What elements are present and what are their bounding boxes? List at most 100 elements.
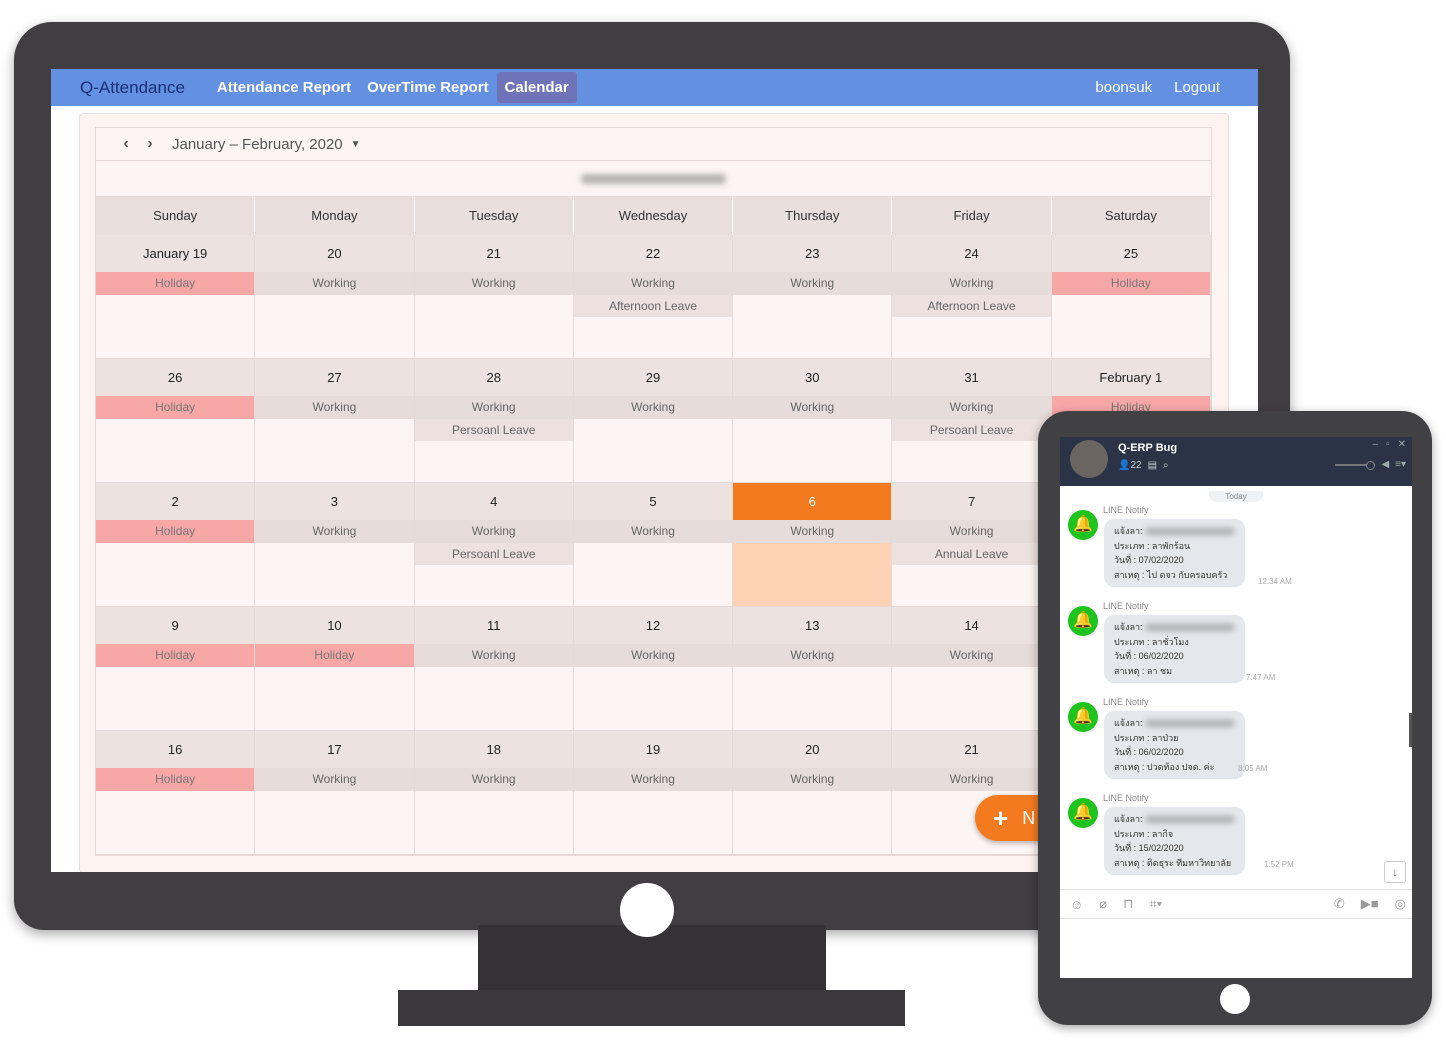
volume-slider[interactable]	[1335, 460, 1376, 470]
speaker-icon[interactable]: ◀	[1381, 459, 1389, 470]
calendar-day[interactable]: 2 Holiday	[96, 483, 256, 607]
minimize-icon[interactable]: –	[1373, 439, 1379, 450]
video-icon[interactable]: ▶■	[1361, 896, 1379, 912]
calendar-day[interactable]: 5 Working	[573, 483, 734, 607]
calendar-day[interactable]: 25 Holiday	[1051, 235, 1211, 359]
calendar-day[interactable]: 12 Working	[573, 607, 734, 731]
members-icon[interactable]: 👤22	[1118, 460, 1142, 471]
nav-attendance-report[interactable]: Attendance Report	[209, 72, 359, 103]
menu-icon[interactable]: ≡▾	[1395, 459, 1406, 470]
search-icon[interactable]: ⌕	[1163, 460, 1169, 471]
calendar-day[interactable]: 23 Working	[733, 235, 893, 359]
calendar-day[interactable]: 31 Working Persoanl Leave	[892, 359, 1052, 483]
logout-link[interactable]: Logout	[1174, 79, 1220, 96]
sender-name: LINE Notify	[1103, 505, 1149, 515]
calendar-day[interactable]: 30 Working	[733, 359, 893, 483]
calendar-day[interactable]: 7 Working Annual Leave	[892, 483, 1052, 607]
calendar-day[interactable]: 20 Working	[255, 235, 415, 359]
calendar-day[interactable]: 10 Holiday	[255, 607, 415, 731]
day-number: January 19	[96, 235, 255, 272]
leave-entry[interactable]: Afternoon Leave	[573, 295, 733, 317]
calendar-day-today[interactable]: 6 Working	[733, 483, 893, 607]
nav-calendar[interactable]: Calendar	[496, 72, 577, 103]
caret-down-icon[interactable]: ▼	[351, 139, 361, 150]
leave-entry[interactable]: Persoanl Leave	[414, 543, 573, 565]
calendar-day[interactable]: 3 Working	[255, 483, 415, 607]
calendar-day[interactable]: January 19 Holiday	[96, 235, 256, 359]
message-bubble[interactable]: แจ้งลา: ประเภท : ลาชั่วโมง วันที่ : 06/02…	[1104, 615, 1246, 683]
calendar-day[interactable]: 14 Working	[892, 607, 1052, 731]
leave-entry[interactable]: Persoanl Leave	[892, 419, 1051, 441]
nav-overtime-report[interactable]: OverTime Report	[359, 72, 496, 103]
brand[interactable]: Q-Attendance	[80, 78, 185, 98]
calendar-day[interactable]: 22 Working Afternoon Leave	[573, 235, 734, 359]
day-status: Holiday	[96, 520, 255, 543]
calendar-day[interactable]: 29 Working	[573, 359, 734, 483]
message-bubble[interactable]: แจ้งลา: ประเภท : ลาป่วย วันที่ : 06/02/20…	[1104, 711, 1246, 779]
weekday-header: Sunday Monday Tuesday Wednesday Thursday Frid…	[96, 197, 1211, 235]
calendar-day[interactable]: 24 Working Afternoon Leave	[892, 235, 1052, 359]
calendar-day[interactable]: 13 Working	[733, 607, 893, 731]
day-number: 9	[96, 607, 255, 644]
group-name: Q-ERP Bug	[1118, 442, 1178, 454]
employee-name-blurred	[96, 161, 1211, 197]
day-status: Working	[892, 768, 1051, 791]
message-list: 🔔 LINE Notify แจ้งลา: ประเภท : ลาพักร้อน วั…	[1060, 504, 1412, 888]
day-number: 4	[414, 483, 573, 520]
calendar-toolbar: ‹ › January – February, 2020 ▼	[96, 128, 1211, 161]
message-bubble[interactable]: แจ้งลา: ประเภท : ลากิจ วันที่ : 15/02/202…	[1104, 807, 1246, 875]
message-bubble[interactable]: แจ้งลา: ประเภท : ลาพักร้อน วันที่ : 07/02…	[1104, 519, 1246, 587]
day-status: Holiday	[255, 644, 414, 667]
calendar-day[interactable]: 27 Working	[255, 359, 415, 483]
calendar-day[interactable]: 20 Working	[733, 731, 893, 855]
navbar: Q-Attendance Attendance Report OverTime …	[51, 69, 1258, 106]
next-icon[interactable]: ›	[138, 135, 162, 153]
scroll-down-icon[interactable]: ↓	[1384, 861, 1406, 883]
day-status: Working	[414, 520, 573, 543]
call-icon[interactable]: ✆	[1334, 896, 1345, 912]
name-blurred	[1145, 528, 1236, 536]
scrollbar[interactable]	[1409, 713, 1412, 747]
notes-icon[interactable]: ▤	[1148, 460, 1157, 471]
prev-icon[interactable]: ‹	[114, 135, 138, 153]
bell-icon: 🔔	[1068, 510, 1098, 540]
calendar-day[interactable]: 17 Working	[255, 731, 415, 855]
leave-entry[interactable]: Annual Leave	[892, 543, 1051, 565]
day-status: Working	[573, 272, 733, 295]
day-number: 16	[96, 731, 255, 768]
close-icon[interactable]: ✕	[1398, 439, 1406, 450]
day-number: 10	[255, 607, 414, 644]
live-icon[interactable]: ◎	[1395, 896, 1406, 912]
day-status: Working	[733, 272, 892, 295]
weekday-tuesday: Tuesday	[415, 197, 574, 235]
calendar-day[interactable]: 9 Holiday	[96, 607, 256, 731]
day-number: 12	[573, 607, 733, 644]
user-name[interactable]: boonsuk	[1095, 79, 1152, 96]
emoji-icon[interactable]: ☺	[1070, 897, 1083, 912]
calendar-day[interactable]: 18 Working	[414, 731, 574, 855]
day-number: 18	[414, 731, 573, 768]
calendar-day[interactable]: 26 Holiday	[96, 359, 256, 483]
day-number: 27	[255, 359, 414, 396]
attach-icon[interactable]: ⌀	[1099, 896, 1107, 912]
maximize-icon[interactable]: ▫	[1386, 439, 1390, 450]
day-number: 28	[414, 359, 573, 396]
leave-entry[interactable]: Afternoon Leave	[892, 295, 1051, 317]
crop-icon[interactable]: ⌗▾	[1149, 896, 1162, 912]
day-status: Working	[414, 272, 573, 295]
calendar-day[interactable]: 21 Working	[414, 235, 574, 359]
calendar-day[interactable]: 4 Working Persoanl Leave	[414, 483, 574, 607]
date-range[interactable]: January – February, 2020	[172, 136, 343, 153]
new-button-label: N	[1022, 807, 1036, 828]
calendar-day[interactable]: 11 Working	[414, 607, 574, 731]
day-status: Holiday	[1051, 272, 1210, 295]
calendar-day[interactable]: 28 Working Persoanl Leave	[414, 359, 574, 483]
day-status: Working	[573, 644, 733, 667]
message-time: 8:05 AM	[1238, 764, 1268, 773]
bookmark-icon[interactable]: ⊓	[1123, 896, 1133, 912]
day-status: Working	[892, 396, 1051, 419]
day-status: Holiday	[96, 768, 255, 791]
calendar-day[interactable]: 16 Holiday	[96, 731, 256, 855]
leave-entry[interactable]: Persoanl Leave	[414, 419, 573, 441]
calendar-day[interactable]: 19 Working	[573, 731, 734, 855]
